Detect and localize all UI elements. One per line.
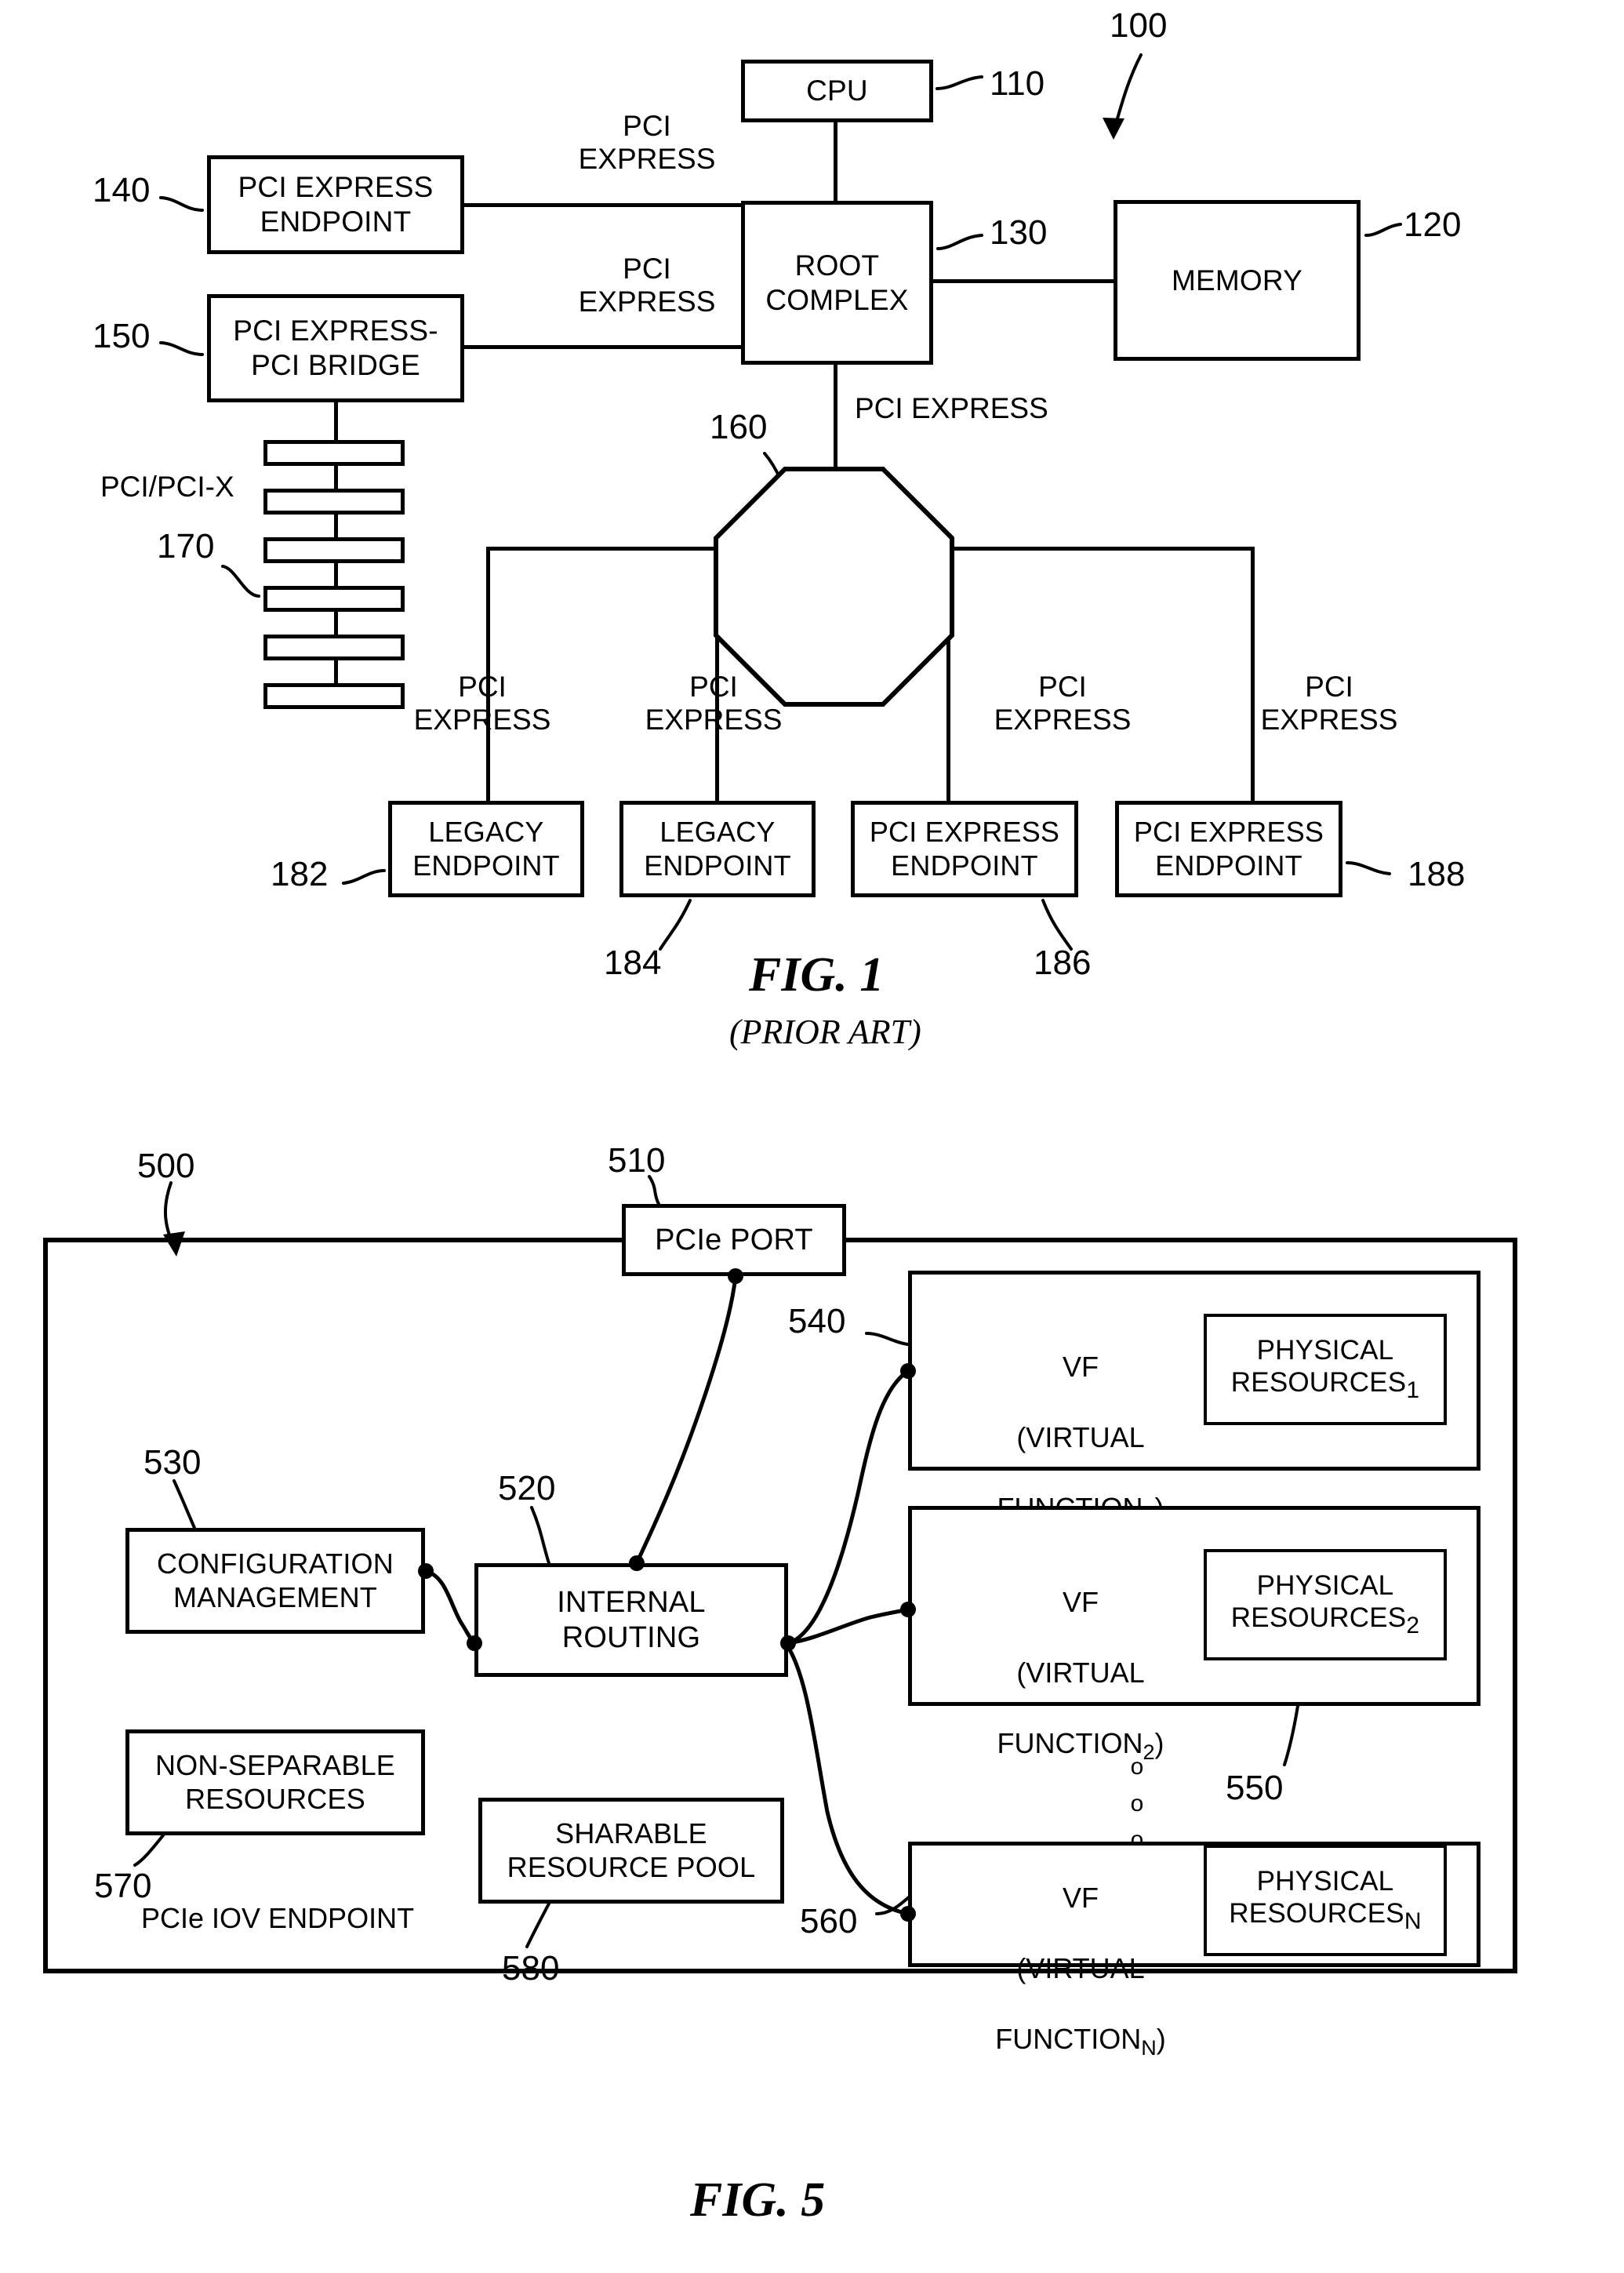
ref-560: 560 bbox=[800, 1902, 858, 1940]
link-root-complex-to-memory bbox=[933, 279, 1114, 283]
link-endpoint140-to-root-complex bbox=[464, 203, 741, 207]
node-configuration-management: CONFIGURATION MANAGEMENT bbox=[125, 1528, 425, 1634]
figure1-caption: FIG. 1 bbox=[749, 948, 885, 1002]
pci-bus-seg-3 bbox=[334, 563, 338, 586]
ref-510: 510 bbox=[608, 1141, 666, 1180]
node-pci-express-endpoint-186: PCI EXPRESS ENDPOINT bbox=[851, 801, 1078, 897]
virtual-function-1-label: VF (VIRTUAL FUNCTION1) bbox=[997, 1351, 1164, 1529]
link-bridge-to-pci-bus bbox=[334, 402, 338, 440]
link-label-pci-express-top: PCI EXPRESS bbox=[578, 110, 716, 176]
ref-170: 170 bbox=[157, 527, 215, 566]
patent-drawing-sheet: 100 CPU 110 ROOT COMPLEX 130 MEMORY 120 … bbox=[0, 0, 1624, 2273]
link-label-pci-express-rc-switch: PCI EXPRESS bbox=[855, 392, 1048, 424]
ref-540: 540 bbox=[788, 1302, 846, 1340]
node-memory: MEMORY bbox=[1114, 200, 1361, 361]
node-cpu: CPU bbox=[741, 60, 933, 122]
pci-slot-3 bbox=[263, 537, 405, 563]
node-internal-routing: INTERNAL ROUTING bbox=[474, 1563, 788, 1677]
virtual-function-n-label: VF (VIRTUAL FUNCTIONN) bbox=[995, 1882, 1166, 2060]
ref-530: 530 bbox=[144, 1443, 202, 1482]
link-label-pci-express-ep1: PCI EXPRESS bbox=[413, 671, 551, 736]
physical-resources-1: PHYSICAL RESOURCES1 bbox=[1204, 1314, 1447, 1425]
link-switch-right-branch bbox=[921, 547, 1255, 551]
ref-520: 520 bbox=[498, 1469, 556, 1507]
ref-184: 184 bbox=[604, 944, 662, 982]
link-cpu-to-root-complex bbox=[834, 122, 837, 201]
ref-570: 570 bbox=[94, 1867, 152, 1905]
link-bridge-to-root-complex bbox=[464, 345, 741, 349]
ref-120: 120 bbox=[1404, 205, 1462, 244]
ref-110: 110 bbox=[990, 64, 1045, 103]
physical-resources-2: PHYSICAL RESOURCES2 bbox=[1204, 1549, 1447, 1660]
link-label-pci-express-ep4: PCI EXPRESS bbox=[1260, 671, 1398, 736]
figure5-caption: FIG. 5 bbox=[690, 2173, 826, 2227]
ref-580: 580 bbox=[502, 1949, 560, 1988]
link-to-pcie-endpoint-186 bbox=[946, 617, 950, 801]
ref-130: 130 bbox=[990, 213, 1048, 252]
pci-bus-seg-1 bbox=[334, 466, 338, 489]
link-root-complex-to-switch bbox=[834, 365, 837, 469]
ref-150: 150 bbox=[93, 317, 151, 355]
pci-slot-6 bbox=[263, 683, 405, 709]
node-legacy-endpoint-184: LEGACY ENDPOINT bbox=[619, 801, 816, 897]
pci-bus-seg-5 bbox=[334, 660, 338, 683]
pci-bus-seg-4 bbox=[334, 612, 338, 635]
ref-186: 186 bbox=[1034, 944, 1092, 982]
ref-182: 182 bbox=[271, 855, 329, 893]
node-switch-label: SWITCH bbox=[776, 531, 894, 564]
link-switch-left-branch bbox=[486, 547, 747, 551]
pci-slot-2 bbox=[263, 489, 405, 515]
figure1-subcaption: (PRIOR ART) bbox=[729, 1013, 921, 1051]
label-pci-pci-x: PCI/PCI-X bbox=[100, 471, 234, 503]
link-label-pci-express-second: PCI EXPRESS bbox=[578, 253, 716, 318]
pci-slot-5 bbox=[263, 635, 405, 660]
ref-500: 500 bbox=[137, 1147, 195, 1185]
virtual-function-2-label: VF (VIRTUAL FUNCTION2) bbox=[997, 1586, 1164, 1765]
node-legacy-endpoint-182: LEGACY ENDPOINT bbox=[388, 801, 584, 897]
node-sharable-resource-pool: SHARABLE RESOURCE POOL bbox=[478, 1798, 784, 1904]
pci-bus-seg-2 bbox=[334, 515, 338, 537]
pci-slot-4 bbox=[263, 586, 405, 612]
link-switch-bottom-branch bbox=[715, 617, 950, 621]
node-root-complex: ROOT COMPLEX bbox=[741, 201, 933, 365]
ref-140: 140 bbox=[93, 171, 151, 209]
node-pci-express-endpoint-140: PCI EXPRESS ENDPOINT bbox=[207, 155, 464, 254]
link-label-pci-express-ep2: PCI EXPRESS bbox=[645, 671, 783, 736]
pci-slot-1 bbox=[263, 440, 405, 466]
node-pci-express-pci-bridge: PCI EXPRESS- PCI BRIDGE bbox=[207, 294, 464, 402]
node-pcie-port: PCIe PORT bbox=[622, 1204, 846, 1276]
physical-resources-n: PHYSICAL RESOURCESN bbox=[1204, 1845, 1447, 1956]
ref-100: 100 bbox=[1110, 6, 1168, 45]
node-non-separable-resources: NON-SEPARABLE RESOURCES bbox=[125, 1729, 425, 1835]
node-pci-express-endpoint-188: PCI EXPRESS ENDPOINT bbox=[1115, 801, 1342, 897]
ref-160: 160 bbox=[710, 408, 768, 446]
ref-188: 188 bbox=[1408, 855, 1466, 893]
pcie-iov-endpoint-label: PCIe IOV ENDPOINT bbox=[141, 1902, 415, 1934]
ref-550: 550 bbox=[1226, 1769, 1284, 1807]
link-label-pci-express-ep3: PCI EXPRESS bbox=[994, 671, 1132, 736]
